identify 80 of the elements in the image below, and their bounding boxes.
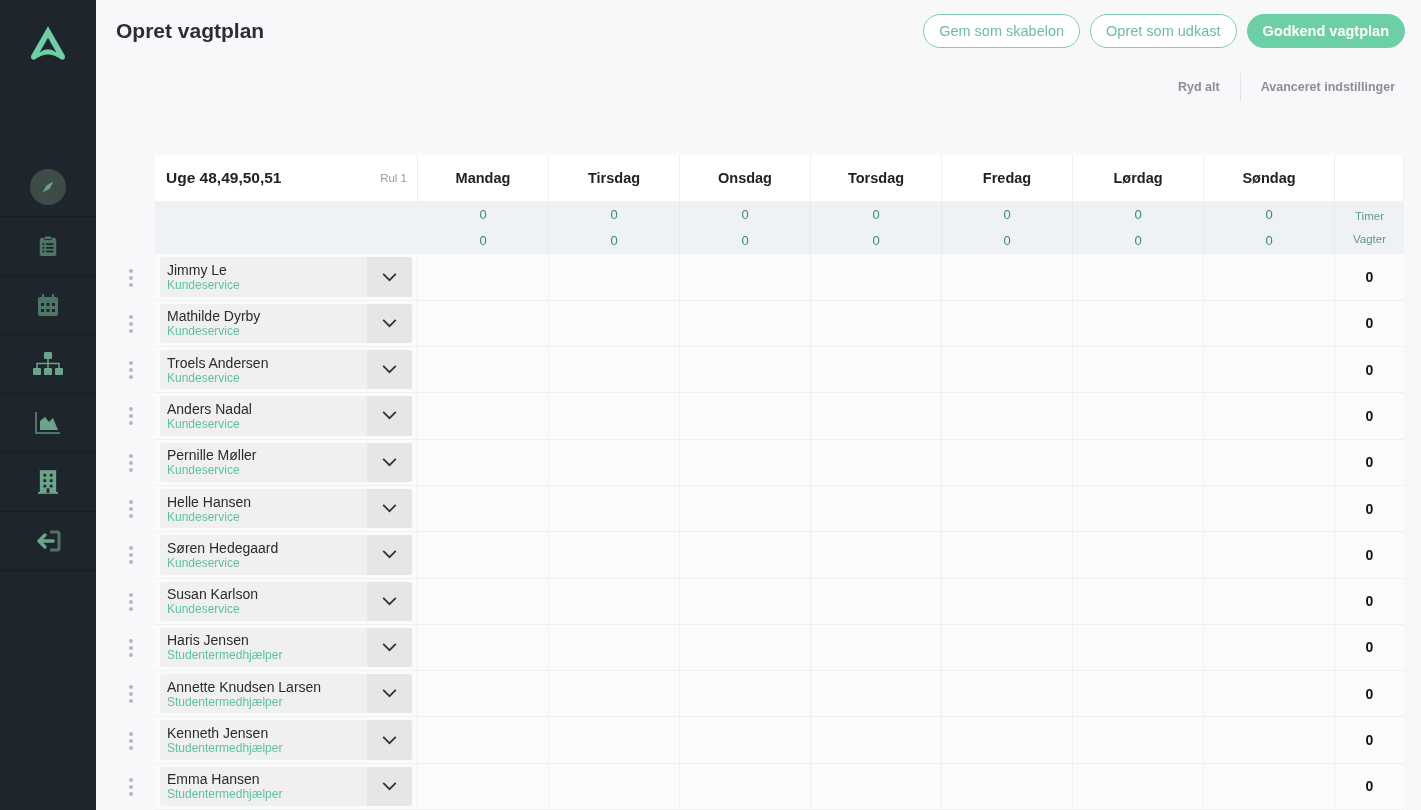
shifts-total: 0 (479, 233, 487, 249)
employee-total: 0 (1365, 315, 1374, 332)
summary-label: Timer (1355, 210, 1384, 223)
drag-handle-icon[interactable] (127, 360, 134, 381)
employee-select[interactable]: Søren Hedegaard Kundeservice (160, 535, 412, 575)
calendar-icon (36, 293, 60, 317)
hierarchy-icon (33, 352, 63, 376)
area-chart-icon (35, 412, 61, 434)
drag-handle-icon[interactable] (127, 267, 134, 288)
day-header: Søndag (1242, 170, 1296, 187)
employee-select[interactable]: Pernille Møller Kundeservice (160, 442, 412, 482)
drag-handle-icon[interactable] (127, 591, 134, 612)
hours-total: 0 (1134, 207, 1142, 223)
employee-total: 0 (1365, 500, 1374, 517)
shifts-total: 0 (741, 233, 749, 249)
week-label: Uge 48,49,50,51 (166, 169, 282, 188)
employee-total: 0 (1365, 269, 1374, 286)
employee-select[interactable]: Susan Karlson Kundeservice (160, 581, 412, 621)
summary-label: Vagter (1353, 233, 1386, 246)
employee-total: 0 (1365, 454, 1374, 471)
day-header: Lørdag (1113, 170, 1163, 187)
chevron-down-icon (382, 318, 397, 328)
chevron-down-icon (382, 504, 397, 514)
day-header: Mandag (455, 170, 511, 187)
chevron-down-icon (382, 411, 397, 421)
hours-total: 0 (872, 207, 880, 223)
employee-select[interactable]: Kenneth Jensen Studentermedhjælper (160, 720, 412, 760)
employee-total: 0 (1365, 685, 1374, 702)
shifts-total: 0 (610, 233, 618, 249)
building-icon (38, 470, 58, 494)
employee-select[interactable]: Troels Andersen Kundeservice (160, 350, 412, 390)
employee-total: 0 (1365, 407, 1374, 424)
employee-select[interactable]: Annette Knudsen Larsen Studentermedhjælper (160, 674, 412, 714)
employee-select[interactable]: Emma Hansen Studentermedhjælper (160, 766, 412, 806)
shifts-total: 0 (872, 233, 880, 249)
employee-select[interactable]: Helle Hansen Kundeservice (160, 488, 412, 529)
day-header: Torsdag (847, 170, 905, 187)
employee-total: 0 (1365, 593, 1374, 610)
drag-handle-icon[interactable] (127, 452, 134, 473)
logout-icon (35, 530, 61, 552)
chevron-down-icon (382, 457, 397, 467)
chevron-down-icon (382, 781, 397, 791)
employee-total: 0 (1365, 732, 1374, 749)
drag-handle-icon[interactable] (127, 637, 134, 658)
page-title: Opret vagtplan (116, 19, 265, 44)
hours-total: 0 (1265, 207, 1273, 223)
chevron-down-icon (382, 365, 397, 375)
day-header: Onsdag (718, 170, 772, 187)
shifts-total: 0 (1134, 233, 1142, 249)
chevron-down-icon (382, 735, 397, 745)
chevron-down-icon (382, 596, 397, 606)
hours-total: 0 (1003, 207, 1011, 223)
employee-select[interactable]: Anders Nadal Kundeservice (160, 396, 412, 436)
employee-total: 0 (1365, 639, 1374, 656)
chevron-down-icon (382, 642, 397, 652)
employee-total: 0 (1365, 361, 1374, 378)
employee-total: 0 (1365, 546, 1374, 563)
employee-select[interactable]: Haris Jensen Studentermedhjælper (160, 627, 412, 668)
drag-handle-icon[interactable] (127, 499, 134, 520)
drag-handle-icon[interactable] (127, 313, 134, 334)
day-header: Tirsdag (587, 170, 641, 187)
hours-total: 0 (741, 207, 749, 223)
employee-select[interactable]: Mathilde Dyrby Kundeservice (160, 303, 412, 344)
drag-handle-icon[interactable] (127, 730, 134, 751)
rotation-label: Rul 1 (380, 172, 407, 185)
drag-handle-icon[interactable] (127, 776, 134, 797)
clipboard-icon (37, 234, 59, 258)
day-header: Fredag (982, 170, 1032, 187)
chevron-down-icon (382, 272, 397, 282)
employee-select[interactable]: Jimmy Le Kundeservice (160, 257, 412, 297)
chevron-down-icon (382, 550, 397, 560)
shifts-total: 0 (1265, 233, 1273, 249)
employee-total: 0 (1365, 778, 1374, 795)
drag-handle-icon[interactable] (127, 545, 134, 566)
drag-handle-icon[interactable] (127, 406, 134, 427)
shifts-total: 0 (1003, 233, 1011, 249)
hours-total: 0 (610, 207, 618, 223)
chevron-down-icon (382, 689, 397, 699)
hours-total: 0 (479, 207, 487, 223)
drag-handle-icon[interactable] (127, 684, 134, 705)
